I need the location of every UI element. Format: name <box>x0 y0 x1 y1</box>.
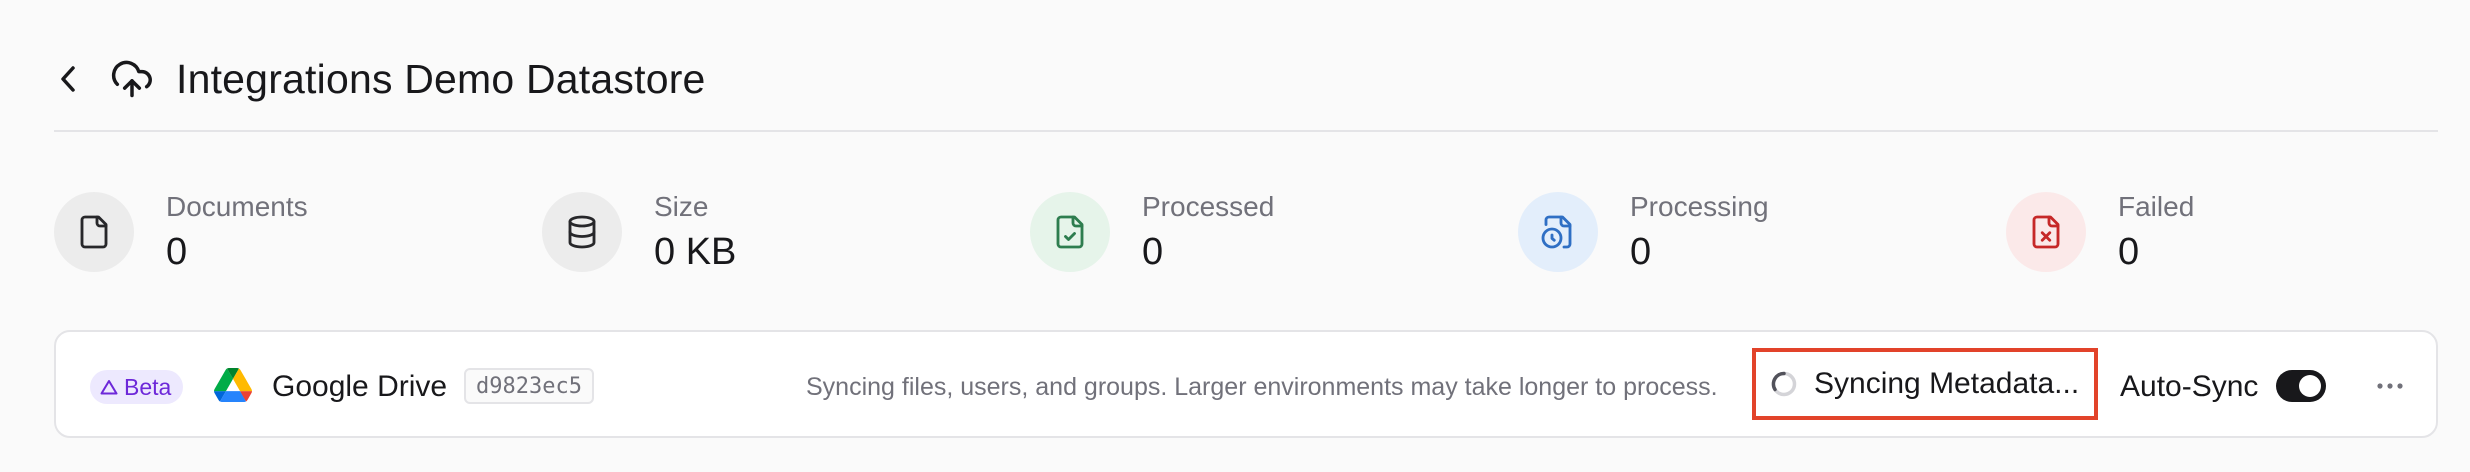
ellipsis-icon <box>2377 383 2403 389</box>
stat-processed: Processed 0 <box>1030 186 1274 278</box>
chevron-left-icon <box>61 66 75 92</box>
sync-status-label: Syncing Metadata... <box>1814 367 2080 400</box>
stat-label: Failed <box>2118 191 2195 222</box>
integration-name: Google Drive <box>272 370 448 403</box>
toggle-knob <box>2299 375 2321 397</box>
beta-label: Beta <box>124 373 172 400</box>
stat-size: Size 0 KB <box>542 186 736 278</box>
stat-documents: Documents 0 <box>54 186 308 278</box>
more-options-button[interactable] <box>2368 370 2412 402</box>
stat-label: Documents <box>166 191 308 222</box>
stat-label: Processed <box>1142 191 1275 222</box>
stat-label: Size <box>654 191 709 222</box>
stat-failed: Failed 0 <box>2006 186 2194 278</box>
page-header: Integrations Demo Datastore <box>54 28 2438 132</box>
stat-value: 0 <box>2118 231 2140 273</box>
page-title: Integrations Demo Datastore <box>176 55 706 102</box>
stat-value: 0 <box>166 231 188 273</box>
file-clock-icon <box>1518 192 1598 272</box>
stat-value: 0 <box>1630 231 1652 273</box>
sync-message: Syncing files, users, and groups. Larger… <box>806 373 1718 401</box>
beta-badge: Beta <box>90 370 184 404</box>
stat-value: 0 KB <box>654 231 737 273</box>
cloud-upload-icon <box>110 57 154 101</box>
file-x-icon <box>2006 192 2086 272</box>
spinner-icon <box>1771 371 1797 397</box>
integration-id-tag: d9823ec5 <box>464 368 594 404</box>
file-check-icon <box>1030 192 1110 272</box>
autosync-toggle[interactable] <box>2276 370 2326 402</box>
back-button[interactable] <box>54 59 82 99</box>
stat-value: 0 <box>1142 231 1164 273</box>
google-drive-icon <box>214 368 252 402</box>
stat-processing: Processing 0 <box>1518 186 1769 278</box>
integration-card: Beta Google Drive d9823ec5 Syncing files… <box>54 330 2438 438</box>
file-icon <box>54 192 134 272</box>
sync-status-button[interactable]: Syncing Metadata... <box>1752 348 2098 420</box>
autosync-label: Auto-Sync <box>2120 370 2259 403</box>
stat-label: Processing <box>1630 191 1769 222</box>
triangle-icon <box>100 380 118 395</box>
database-icon <box>542 192 622 272</box>
stats-row: Documents 0 Size 0 KB Processed 0 Proces… <box>54 186 2438 278</box>
